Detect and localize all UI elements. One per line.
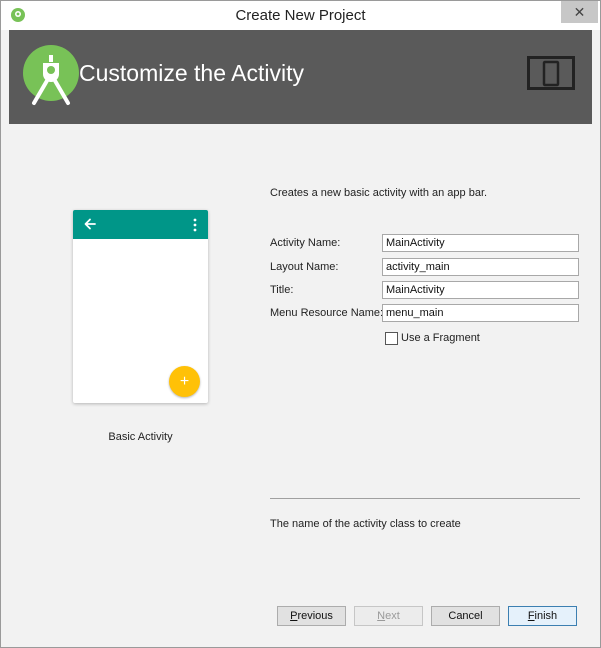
- phone-tablet-icon: [527, 56, 575, 90]
- use-fragment-checkbox[interactable]: [385, 332, 398, 345]
- previous-button[interactable]: Previous: [277, 606, 346, 626]
- android-studio-logo-icon: [23, 45, 79, 105]
- page-heading: Customize the Activity: [79, 60, 304, 86]
- close-button[interactable]: ✕: [561, 1, 598, 23]
- back-arrow-icon: [84, 218, 96, 230]
- activity-name-row: Activity Name:: [270, 234, 580, 252]
- field-help-text: The name of the activity class to create: [270, 518, 461, 530]
- activity-name-label: Activity Name:: [270, 237, 341, 249]
- template-name: Basic Activity: [108, 431, 173, 443]
- menu-resource-name-field[interactable]: [382, 304, 579, 322]
- divider: [270, 498, 580, 499]
- title-field[interactable]: [382, 281, 579, 299]
- menu-resource-name-label: Menu Resource Name:: [270, 307, 384, 319]
- layout-name-label: Layout Name:: [270, 261, 339, 273]
- finish-mnemonic: F: [527, 610, 535, 622]
- previous-label: revious: [297, 610, 333, 622]
- dialog-content: + Basic Activity Creates a new basic act…: [9, 124, 592, 644]
- finish-button[interactable]: Finish: [508, 606, 577, 626]
- dialog-window: Create New Project ✕ Customize the Activ…: [0, 0, 601, 648]
- title-row: Title:: [270, 281, 580, 299]
- next-label: ext: [385, 610, 400, 622]
- previous-mnemonic: P: [290, 610, 298, 622]
- cancel-button[interactable]: Cancel: [431, 606, 500, 626]
- next-button[interactable]: Next: [354, 606, 423, 626]
- next-mnemonic: N: [377, 610, 386, 622]
- preview-app-bar: [73, 210, 208, 239]
- cancel-label: Cancel: [448, 610, 483, 622]
- template-description: Creates a new basic activity with an app…: [270, 187, 488, 199]
- title-label: Title:: [270, 284, 294, 296]
- overflow-menu-icon: [193, 218, 197, 232]
- layout-name-row: Layout Name:: [270, 258, 580, 276]
- title-bar: Create New Project ✕: [1, 1, 600, 30]
- plus-icon: +: [179, 372, 190, 390]
- finish-label: inish: [534, 610, 558, 622]
- activity-preview: +: [73, 210, 208, 403]
- close-icon: ✕: [573, 3, 586, 20]
- layout-name-field[interactable]: [382, 258, 579, 276]
- use-fragment-label: Use a Fragment: [401, 332, 480, 344]
- menu-resource-name-row: Menu Resource Name:: [270, 304, 580, 322]
- window-title: Create New Project: [235, 7, 366, 24]
- activity-name-field[interactable]: [382, 234, 579, 252]
- floating-action-button: +: [169, 366, 200, 397]
- dialog-header: Customize the Activity: [9, 30, 592, 124]
